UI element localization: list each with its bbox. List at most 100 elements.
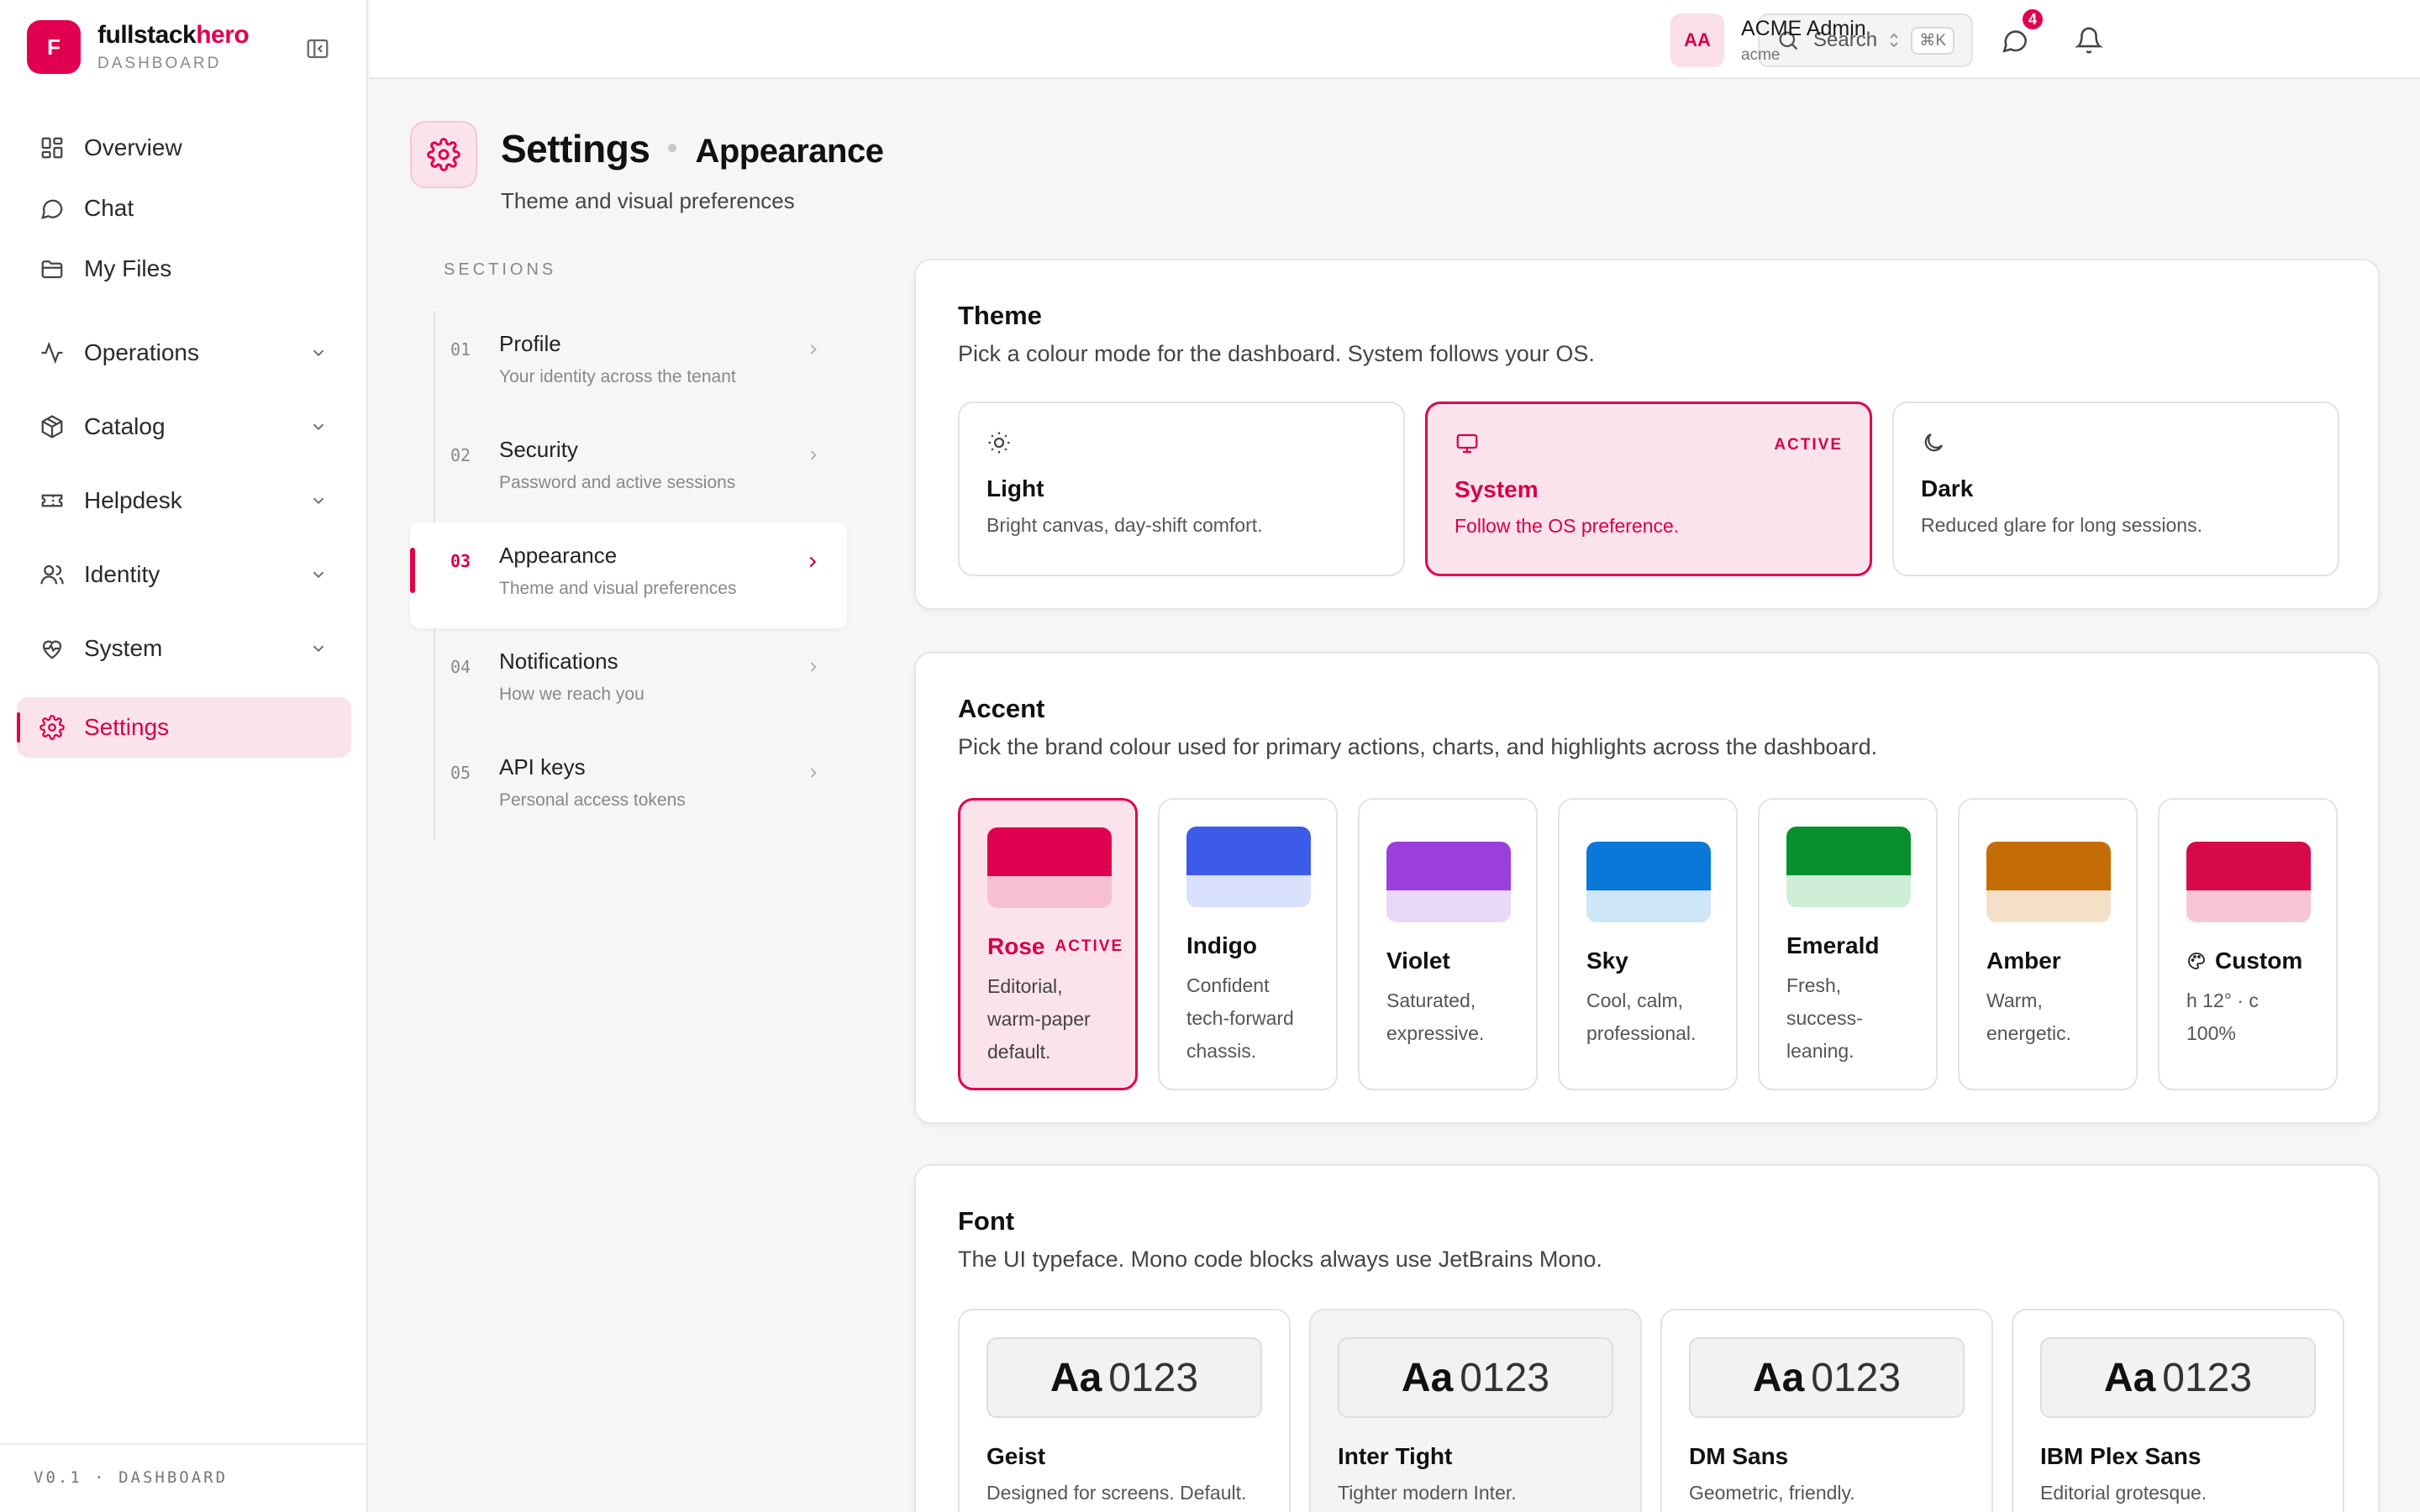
- section-desc: Password and active sessions: [499, 473, 736, 492]
- nav-item-my-files[interactable]: My Files: [17, 239, 351, 299]
- accent-option-name: Amber: [1986, 948, 2061, 974]
- chevron-right-icon: [805, 447, 822, 464]
- notifications-button[interactable]: [2072, 24, 2106, 57]
- messages-button[interactable]: 4: [1998, 7, 2045, 57]
- chevron-down-icon: [309, 344, 328, 362]
- avatar: AA: [1670, 13, 1724, 67]
- brand[interactable]: F fullstackhero DASHBOARD: [27, 20, 250, 74]
- accent-card: Accent Pick the brand colour used for pr…: [914, 652, 2380, 1124]
- theme-option-name: Light: [986, 475, 1044, 501]
- nav-item-overview[interactable]: Overview: [17, 118, 351, 178]
- nav-label: Chat: [84, 195, 134, 221]
- font-option-inter-tight[interactable]: Aa 0123 Inter Tight Tighter modern Inter.: [1309, 1309, 1642, 1512]
- active-badge: ACTIVE: [1055, 937, 1124, 955]
- messages-badge: 4: [2020, 7, 2045, 32]
- section-item-appearance[interactable]: 03 Appearance Theme and visual preference…: [410, 522, 847, 628]
- user-org: acme: [1741, 45, 1781, 64]
- font-subtitle: The UI typeface. Mono code blocks always…: [958, 1247, 1602, 1272]
- font-option-ibm-plex-sans[interactable]: Aa 0123 IBM Plex Sans Editorial grotesque…: [2012, 1309, 2344, 1512]
- grid-icon: [37, 133, 67, 163]
- theme-title: Theme: [958, 301, 1042, 330]
- accent-option-indigo[interactable]: Indigo Confident tech-forward chassis.: [1158, 798, 1338, 1090]
- section-title: Appearance: [499, 543, 618, 568]
- nav-label: Settings: [84, 714, 170, 740]
- accent-option-name: Custom: [2215, 948, 2303, 974]
- theme-option-light[interactable]: Light Bright canvas, day-shift comfort.: [958, 402, 1405, 576]
- collapse-sidebar-button[interactable]: [302, 34, 333, 64]
- nav-item-chat[interactable]: Chat: [17, 178, 351, 239]
- activity-icon: [37, 338, 67, 368]
- accent-option-name: Violet: [1386, 948, 1450, 974]
- section-item-notifications[interactable]: 04 Notifications How we reach you: [410, 628, 847, 734]
- section-desc: Personal access tokens: [499, 790, 686, 810]
- nav-label: Helpdesk: [84, 487, 182, 513]
- font-option-desc: Designed for screens. Default.: [986, 1482, 1247, 1504]
- nav-item-helpdesk[interactable]: Helpdesk: [17, 464, 351, 538]
- sections-nav: 01 Profile Your identity across the tenan…: [410, 311, 847, 840]
- bell-icon: [2075, 26, 2103, 55]
- nav-item-catalog[interactable]: Catalog: [17, 390, 351, 464]
- font-title: Font: [958, 1206, 1015, 1236]
- font-option-name: IBM Plex Sans: [2040, 1443, 2202, 1469]
- font-card: Font The UI typeface. Mono code blocks a…: [914, 1164, 2380, 1512]
- section-desc: Your identity across the tenant: [499, 367, 736, 386]
- user-menu[interactable]: AA ACME Admin acme: [1670, 13, 1904, 67]
- color-swatch: [1986, 842, 2111, 922]
- section-number: 05: [450, 763, 471, 783]
- section-number: 04: [450, 657, 471, 677]
- nav-item-system[interactable]: System: [17, 612, 351, 685]
- font-preview: Aa 0123: [1689, 1337, 1965, 1418]
- theme-option-desc: Reduced glare for long sessions.: [1921, 514, 2202, 536]
- section-item-profile[interactable]: 01 Profile Your identity across the tenan…: [410, 311, 847, 417]
- chevron-down-icon: [309, 491, 328, 510]
- user-name: ACME Admin: [1741, 16, 1866, 40]
- accent-option-name: Sky: [1586, 948, 1628, 974]
- section-number: 01: [450, 339, 471, 360]
- accent-option-amber[interactable]: Amber Warm, energetic.: [1958, 798, 2138, 1090]
- message-icon: [2001, 26, 2029, 55]
- accent-option-desc: Warm, energetic.: [1986, 990, 2072, 1044]
- sun-icon: [986, 428, 1015, 457]
- nav-item-identity[interactable]: Identity: [17, 538, 351, 612]
- color-swatch: [2186, 842, 2311, 922]
- theme-option-dark[interactable]: Dark Reduced glare for long sessions.: [1892, 402, 2339, 576]
- nav-item-operations[interactable]: Operations: [17, 316, 351, 390]
- accent-option-rose[interactable]: Rose ACTIVE Editorial, warm-paper default…: [958, 798, 1138, 1090]
- font-option-geist[interactable]: Aa 0123 Geist Designed for screens. Defau…: [958, 1309, 1291, 1512]
- font-option-dm-sans[interactable]: Aa 0123 DM Sans Geometric, friendly.: [1660, 1309, 1993, 1512]
- chevron-right-icon: [805, 341, 822, 358]
- font-option-name: Geist: [986, 1443, 1046, 1469]
- moon-icon: [1921, 428, 1949, 457]
- brand-logo: F: [27, 20, 81, 74]
- topbar: Search ⌘K 4 AA ACME Admin acme: [370, 0, 2420, 79]
- accent-option-name: Indigo: [1186, 932, 1257, 958]
- palette-icon: [2186, 951, 2207, 971]
- nav-label: Overview: [84, 134, 182, 160]
- page-subtitle: Theme and visual preferences: [501, 188, 795, 213]
- users-icon: [37, 559, 67, 590]
- accent-option-emerald[interactable]: Emerald Fresh, success-leaning.: [1758, 798, 1938, 1090]
- monitor-icon: [1455, 429, 1483, 458]
- accent-option-custom[interactable]: Custom h 12° · c 100%: [2158, 798, 2338, 1090]
- nav-item-settings[interactable]: Settings: [17, 697, 351, 758]
- sections-label: SECTIONS: [444, 260, 557, 279]
- accent-option-desc: Fresh, success-leaning.: [1786, 974, 1863, 1062]
- chevron-down-icon: [309, 565, 328, 584]
- theme-option-system[interactable]: ACTIVE System Follow the OS preference.: [1425, 402, 1872, 576]
- section-title: API keys: [499, 754, 586, 780]
- section-item-api-keys[interactable]: 05 API keys Personal access tokens: [410, 734, 847, 840]
- font-option-name: Inter Tight: [1338, 1443, 1453, 1469]
- color-swatch: [1186, 827, 1311, 907]
- section-desc: Theme and visual preferences: [499, 579, 737, 598]
- accent-option-desc: Cool, calm, professional.: [1586, 990, 1697, 1044]
- title-separator: [668, 144, 677, 152]
- section-item-security[interactable]: 02 Security Password and active sessions: [410, 417, 847, 522]
- accent-option-violet[interactable]: Violet Saturated, expressive.: [1358, 798, 1538, 1090]
- settings-page-icon: [410, 121, 477, 188]
- page-title: Settings Appearance: [501, 126, 884, 171]
- section-desc: How we reach you: [499, 685, 644, 704]
- accent-option-name: Emerald: [1786, 932, 1880, 958]
- accent-option-sky[interactable]: Sky Cool, calm, professional.: [1558, 798, 1738, 1090]
- chevron-down-icon: [309, 417, 328, 436]
- accent-option-desc: Confident tech-forward chassis.: [1186, 974, 1294, 1062]
